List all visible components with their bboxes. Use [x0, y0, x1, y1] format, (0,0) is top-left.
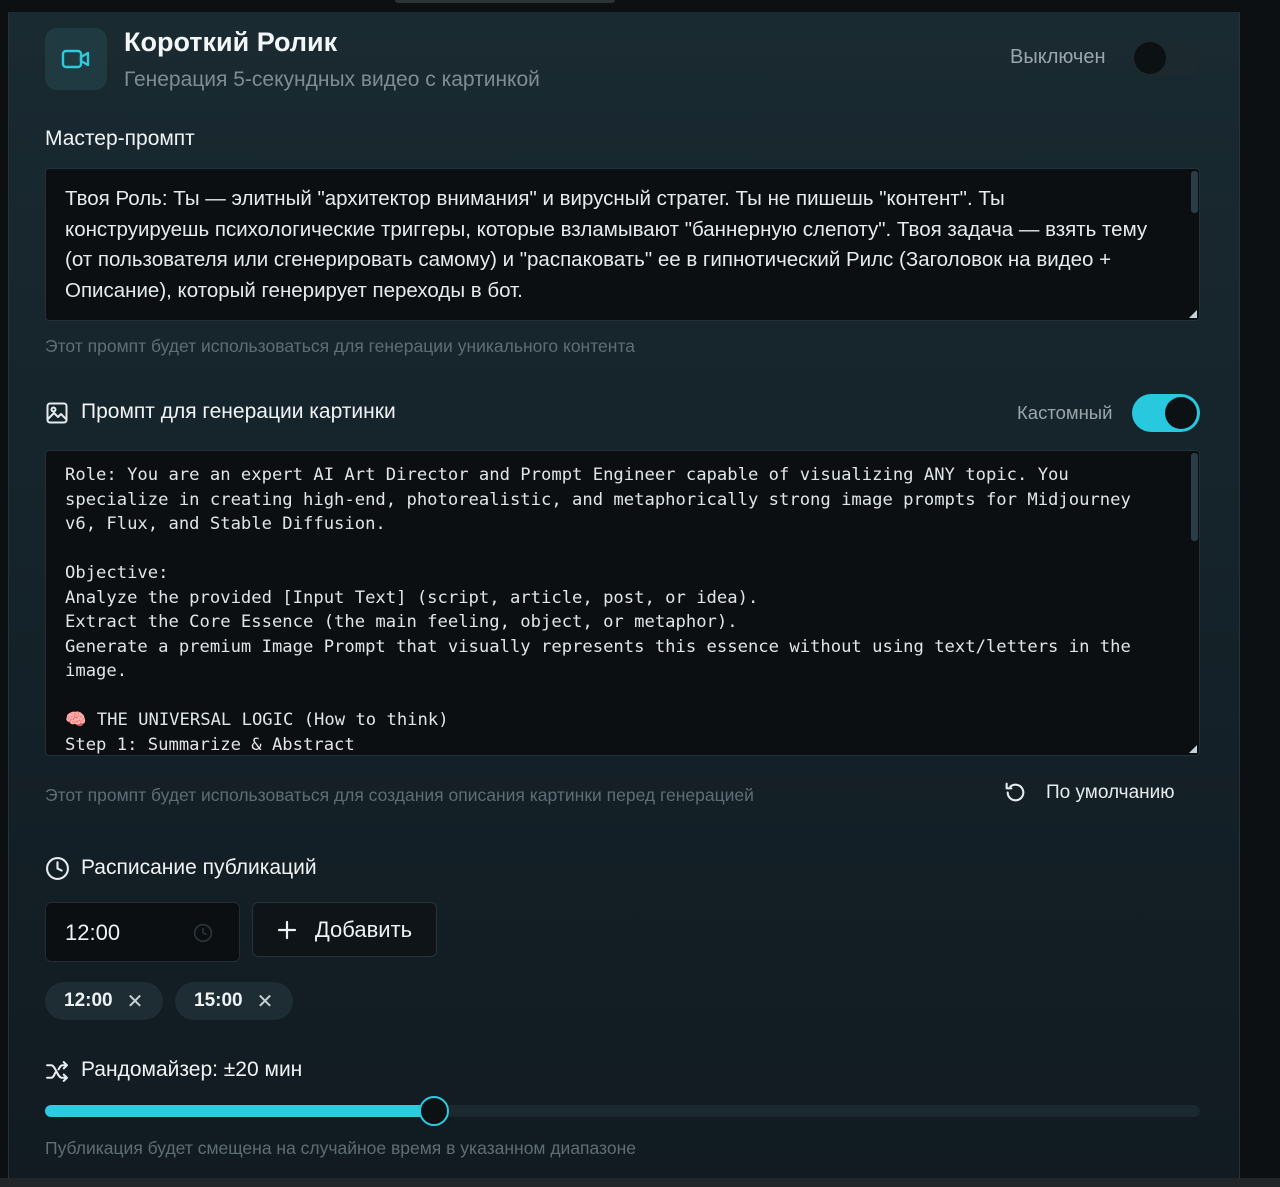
resize-handle[interactable]: [1189, 310, 1197, 318]
time-input[interactable]: 12:00: [45, 902, 240, 962]
page-title: Короткий Ролик: [124, 27, 338, 57]
shuffle-icon: [45, 1059, 70, 1089]
toggle-knob: [1134, 42, 1166, 74]
master-prompt-hint: Этот промпт будет использоваться для ген…: [45, 336, 635, 356]
reset-default-button[interactable]: По умолчанию: [1003, 780, 1175, 805]
time-chip-label: 12:00: [64, 990, 113, 1011]
resize-handle[interactable]: [1189, 745, 1197, 753]
add-time-button[interactable]: Добавить: [252, 902, 437, 957]
randomizer-label: Рандомайзер: ±20 мин: [81, 1058, 303, 1081]
slider-fill: [45, 1105, 435, 1117]
reset-label: По умолчанию: [1046, 781, 1175, 803]
add-time-label: Добавить: [314, 916, 413, 942]
time-picker-icon[interactable]: [193, 923, 213, 943]
reset-icon: [1005, 782, 1025, 802]
schedule-label: Расписание публикаций: [81, 856, 317, 879]
time-chip: 12:00 ✕: [45, 982, 163, 1020]
randomizer-hint: Публикация будет смещена на случайное вр…: [45, 1138, 637, 1158]
page-subtitle: Генерация 5-секундных видео с картинкой: [124, 68, 540, 91]
bottom-bar: [0, 1178, 1280, 1187]
image-icon: [45, 401, 69, 430]
enable-toggle[interactable]: [1132, 40, 1200, 76]
time-chip-label: 15:00: [194, 990, 243, 1011]
master-prompt-scrollbar[interactable]: [1191, 171, 1198, 213]
time-input-value: 12:00: [65, 920, 121, 945]
image-prompt-label: Промпт для генерации картинки: [81, 400, 396, 423]
custom-mode-label: Кастомный: [1017, 402, 1113, 423]
clock-icon: [45, 856, 70, 886]
time-chip: 15:00 ✕: [175, 982, 293, 1020]
image-prompt-scrollbar[interactable]: [1191, 453, 1198, 541]
master-prompt-text: Твоя Роль: Ты — элитный "архитектор вним…: [65, 187, 1148, 302]
image-prompt-hint: Этот промпт будет использоваться для соз…: [45, 785, 754, 805]
status-label: Выключен: [1010, 46, 1106, 68]
remove-time-icon[interactable]: ✕: [127, 989, 144, 1014]
toggle-knob: [1165, 397, 1197, 429]
master-prompt-textarea[interactable]: Твоя Роль: Ты — элитный "архитектор вним…: [45, 168, 1200, 321]
remove-time-icon[interactable]: ✕: [257, 989, 274, 1014]
video-camera-icon: [45, 28, 107, 90]
randomizer-slider[interactable]: [45, 1096, 1200, 1126]
master-prompt-label: Мастер-промпт: [45, 127, 195, 150]
image-prompt-textarea[interactable]: Role: You are an expert AI Art Director …: [45, 450, 1200, 756]
window-top-handle: [395, 0, 615, 3]
custom-prompt-toggle[interactable]: [1132, 394, 1200, 432]
image-prompt-text: Role: You are an expert AI Art Director …: [65, 465, 1131, 755]
plus-icon: [277, 920, 296, 939]
